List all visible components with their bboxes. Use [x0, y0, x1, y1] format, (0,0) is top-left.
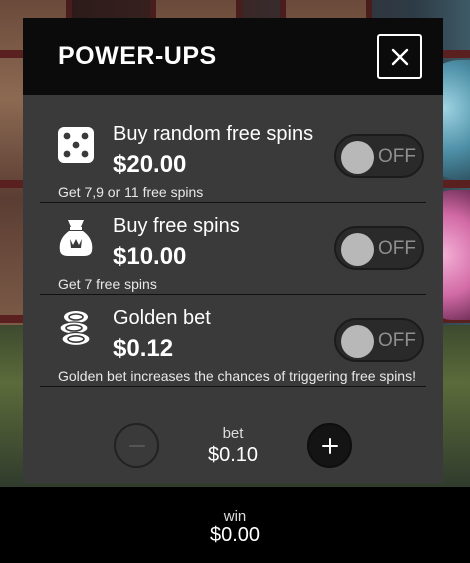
plus-icon: [321, 437, 338, 454]
divider: [40, 386, 426, 387]
toggle-knob: [341, 233, 374, 266]
toggle-state: OFF: [378, 146, 416, 167]
panel-header: POWER-UPS: [23, 18, 443, 95]
option-buy-free-spins: Buy free spins $10.00 Get 7 free spins O…: [23, 201, 443, 295]
option-description: Get 7 free spins: [58, 276, 157, 292]
option-name: Golden bet: [113, 307, 211, 329]
toggle-buy-random-free-spins[interactable]: OFF: [334, 134, 424, 178]
toggle-knob: [341, 141, 374, 174]
win-value: $0.00: [209, 524, 261, 546]
toggle-knob: [341, 325, 374, 358]
option-golden-bet: Golden bet $0.12 Golden bet increases th…: [23, 293, 443, 387]
option-description: Golden bet increases the chances of trig…: [58, 368, 416, 384]
money-bag-icon: [56, 217, 96, 257]
panel-title: POWER-UPS: [58, 42, 217, 70]
option-name: Buy free spins: [113, 215, 240, 237]
toggle-state: OFF: [378, 330, 416, 351]
dice-icon: [56, 125, 96, 165]
option-buy-random-free-spins: Buy random free spins $20.00 Get 7,9 or …: [23, 109, 443, 203]
toggle-golden-bet[interactable]: OFF: [334, 318, 424, 362]
close-button[interactable]: [377, 34, 422, 79]
bet-value: $0.10: [207, 444, 259, 466]
win-label: win: [223, 508, 247, 525]
increase-bet-button[interactable]: [307, 423, 352, 468]
option-price: $20.00: [113, 151, 187, 178]
option-price: $0.12: [113, 335, 174, 362]
bet-label: bet: [222, 425, 244, 442]
power-ups-panel: POWER-UPS Buy random free spins $20.00 G…: [23, 18, 443, 483]
coin-stack-icon: [56, 309, 96, 349]
option-name: Buy random free spins: [113, 123, 314, 145]
toggle-state: OFF: [378, 238, 416, 259]
option-price: $10.00: [113, 243, 187, 270]
toggle-buy-free-spins[interactable]: OFF: [334, 226, 424, 270]
option-description: Get 7,9 or 11 free spins: [58, 184, 204, 200]
bottom-bar: win $0.00: [0, 487, 470, 563]
bet-controls: bet $0.10: [23, 420, 443, 476]
close-icon: [391, 48, 408, 65]
